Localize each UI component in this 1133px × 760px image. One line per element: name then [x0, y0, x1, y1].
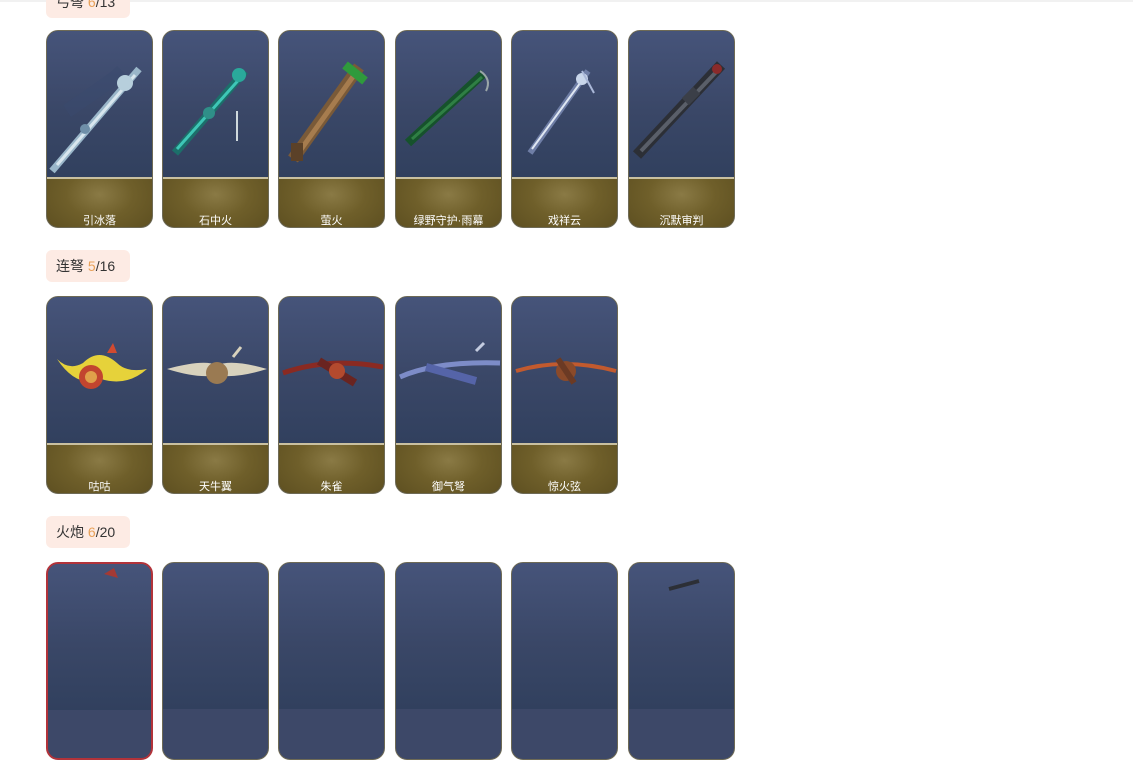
weapon-name: 天牛翼 [199, 481, 232, 493]
weapon-image [163, 297, 268, 443]
weapon-card[interactable]: 沉默审判 [628, 30, 735, 228]
weapon-name: 戏祥云 [548, 215, 581, 227]
weapon-image [512, 563, 617, 709]
weapon-card[interactable]: 石中火 [162, 30, 269, 228]
weapon-image [629, 563, 734, 709]
weapon-name: 引冰落 [83, 215, 116, 227]
weapon-image [279, 563, 384, 709]
total-count: /13 [95, 0, 116, 10]
weapon-card[interactable]: 萤火 [278, 30, 385, 228]
weapon-name: 石中火 [199, 215, 232, 227]
weapon-image [512, 297, 617, 443]
weapon-name: 朱雀 [320, 481, 343, 493]
name-plate: 萤火 [279, 177, 384, 227]
weapon-image [47, 31, 152, 177]
weapon-name: 御气弩 [432, 481, 465, 493]
section-header-cannons: 火炮 6/20 [46, 516, 130, 548]
name-plate: 御气弩 [396, 443, 501, 493]
weapon-name: 绿野守护·雨幕 [413, 215, 484, 227]
weapon-card[interactable] [628, 562, 735, 760]
weapon-image [47, 297, 152, 443]
section-title: 弓弩 [56, 0, 84, 10]
weapon-card[interactable]: 天牛翼 [162, 296, 269, 494]
weapon-card[interactable] [395, 562, 502, 760]
section-header-repeating-crossbows: 连弩 5/16 [46, 250, 130, 282]
name-plate: 沉默审判 [629, 177, 734, 227]
owned-count: 6 [87, 0, 96, 10]
weapon-card[interactable]: 引冰落 [46, 30, 153, 228]
weapon-card[interactable]: 咕咕 [46, 296, 153, 494]
weapon-card[interactable]: 御气弩 [395, 296, 502, 494]
weapon-name: 沉默审判 [659, 215, 704, 227]
name-plate: 戏祥云 [512, 177, 617, 227]
weapon-card[interactable] [511, 562, 618, 760]
weapon-image [48, 564, 151, 710]
name-plate: 绿野守护·雨幕 [396, 177, 501, 227]
owned-count: 6 [87, 524, 96, 540]
weapon-image [396, 31, 501, 177]
weapon-image [163, 31, 268, 177]
weapon-card[interactable]: 惊火弦 [511, 296, 618, 494]
name-plate: 朱雀 [279, 443, 384, 493]
weapon-name: 萤火 [320, 215, 343, 227]
weapon-card[interactable]: 朱雀 [278, 296, 385, 494]
total-count: /16 [95, 258, 116, 274]
weapon-card[interactable] [162, 562, 269, 760]
owned-count: 5 [87, 258, 96, 274]
weapon-card[interactable] [278, 562, 385, 760]
name-plate: 天牛翼 [163, 443, 268, 493]
weapon-card-selected[interactable] [46, 562, 153, 760]
weapon-image [396, 297, 501, 443]
weapon-card[interactable]: 绿野守护·雨幕 [395, 30, 502, 228]
weapon-image [163, 563, 268, 709]
section-header-bows: 弓弩 6/13 [46, 0, 130, 18]
section-title: 火炮 [56, 524, 84, 540]
weapon-name: 惊火弦 [548, 481, 581, 493]
name-plate: 引冰落 [47, 177, 152, 227]
weapon-image [279, 31, 384, 177]
total-count: /20 [95, 524, 116, 540]
weapon-image [279, 297, 384, 443]
name-plate: 惊火弦 [512, 443, 617, 493]
weapon-image [512, 31, 617, 177]
weapon-image [629, 31, 734, 177]
section-title: 连弩 [56, 258, 84, 274]
name-plate: 石中火 [163, 177, 268, 227]
name-plate: 咕咕 [47, 443, 152, 493]
top-divider [0, 0, 1133, 2]
weapon-name: 咕咕 [88, 481, 111, 493]
weapon-card[interactable]: 戏祥云 [511, 30, 618, 228]
weapon-image [396, 563, 501, 709]
